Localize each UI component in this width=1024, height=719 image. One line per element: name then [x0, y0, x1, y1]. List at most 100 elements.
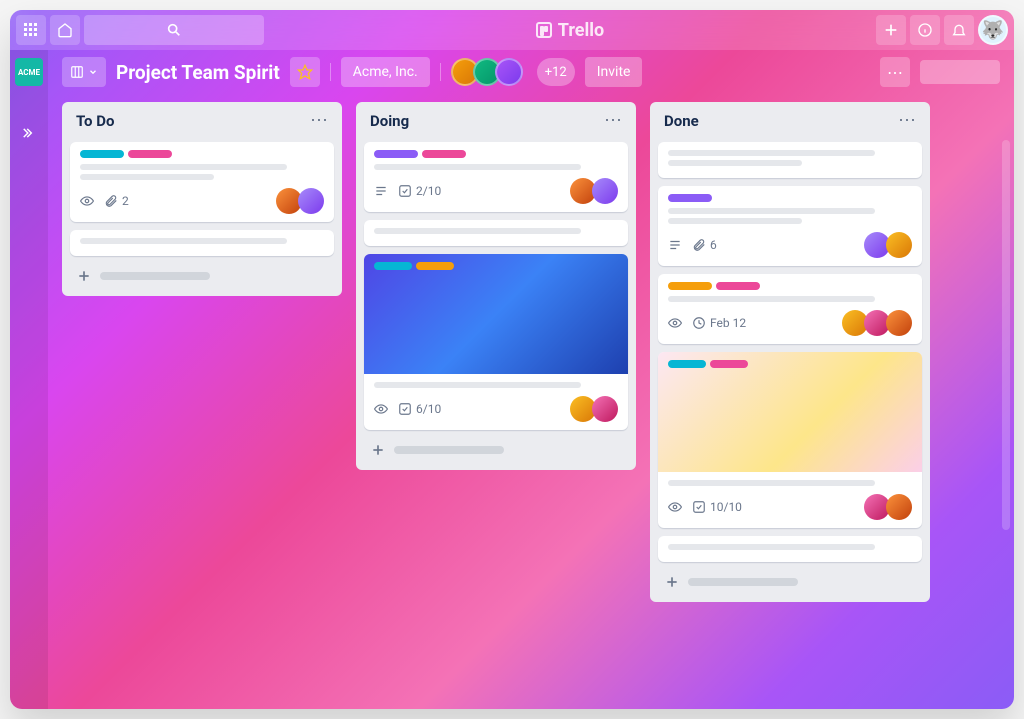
add-card-placeholder: [394, 446, 504, 454]
card-badges: 2: [80, 194, 129, 208]
list: To Do ⋯ 2: [62, 102, 342, 296]
member-avatar[interactable]: [495, 58, 523, 86]
info-button[interactable]: [910, 15, 940, 45]
notifications-button[interactable]: [944, 15, 974, 45]
search-input[interactable]: [84, 15, 264, 45]
card-text-placeholder: [668, 160, 802, 166]
card-text-placeholder: [668, 218, 802, 224]
card-member-avatar[interactable]: [592, 178, 618, 204]
card-text-placeholder: [668, 480, 875, 486]
card-label: [374, 262, 412, 270]
plus-icon: [664, 574, 680, 590]
checklist-badge: 2/10: [398, 184, 441, 198]
card-text-placeholder: [668, 150, 875, 156]
create-button[interactable]: [876, 15, 906, 45]
card-cover: [364, 254, 628, 374]
card[interactable]: 2/10: [364, 142, 628, 212]
card-text-placeholder: [80, 174, 214, 180]
brand-name: Trello: [558, 20, 604, 41]
board-filter-placeholder[interactable]: [920, 60, 1000, 84]
list-title[interactable]: Done: [664, 112, 699, 130]
card-members: [574, 178, 618, 204]
list-menu-button[interactable]: ⋯: [898, 112, 916, 130]
workspace-badge[interactable]: ACME: [15, 58, 43, 86]
card[interactable]: 6/10: [364, 254, 628, 430]
card-label: [416, 262, 454, 270]
divider: [440, 63, 441, 81]
card-member-avatar[interactable]: [886, 494, 912, 520]
star-button[interactable]: [290, 57, 320, 87]
user-avatar[interactable]: 🐺: [978, 15, 1008, 45]
card[interactable]: [70, 230, 334, 256]
card[interactable]: 6: [658, 186, 922, 266]
member-overflow-count[interactable]: +12: [537, 58, 575, 86]
list-header: To Do ⋯: [70, 110, 334, 134]
attachments-badge: 6: [692, 238, 717, 252]
add-card-button[interactable]: [658, 570, 922, 594]
list-header: Done ⋯: [658, 110, 922, 134]
trello-icon: [536, 22, 552, 38]
card-member-avatar[interactable]: [592, 396, 618, 422]
card-badges: 6: [668, 238, 717, 252]
board-header: Project Team Spirit Acme, Inc. +12 Invit…: [48, 50, 1014, 94]
watch-icon: [668, 500, 682, 514]
topbar: Trello 🐺: [10, 10, 1014, 50]
card[interactable]: 10/10: [658, 352, 922, 528]
home-button[interactable]: [50, 15, 80, 45]
org-button[interactable]: Acme, Inc.: [341, 57, 430, 87]
card-member-avatar[interactable]: [886, 310, 912, 336]
watch-icon: [80, 194, 94, 208]
invite-button[interactable]: Invite: [585, 57, 643, 87]
card-label: [668, 360, 706, 368]
scrollbar[interactable]: [1002, 140, 1010, 530]
add-card-button[interactable]: [364, 438, 628, 462]
checklist-badge: 10/10: [692, 500, 742, 514]
board-menu-button[interactable]: ⋯: [880, 57, 910, 87]
body-area: ACME Project Team Spirit Acme, Inc.: [10, 50, 1014, 709]
card-label: [668, 282, 712, 290]
card-text-placeholder: [668, 208, 875, 214]
list: Doing ⋯ 2/10 6/10: [356, 102, 636, 470]
card-members: [574, 396, 618, 422]
card[interactable]: Feb 12: [658, 274, 922, 344]
card-members: [846, 310, 912, 336]
search-icon: [166, 22, 182, 38]
card-member-avatar[interactable]: [886, 232, 912, 258]
plus-icon: [370, 442, 386, 458]
lists-container: To Do ⋯ 2 Doing ⋯ 2/10 6/10 Done ⋯ 6 Feb 1…: [48, 94, 1014, 709]
list-menu-button[interactable]: ⋯: [604, 112, 622, 130]
board-area: Project Team Spirit Acme, Inc. +12 Invit…: [48, 50, 1014, 709]
watch-icon: [668, 316, 682, 330]
board-view-switcher[interactable]: [62, 57, 106, 87]
divider: [330, 63, 331, 81]
card[interactable]: [658, 536, 922, 562]
card-text-placeholder: [374, 382, 581, 388]
app-window: Trello 🐺 ACME Proje: [10, 10, 1014, 709]
card-label: [710, 360, 748, 368]
card-text-placeholder: [374, 164, 581, 170]
board-members[interactable]: [451, 58, 523, 86]
list-title[interactable]: To Do: [76, 112, 114, 130]
list-menu-button[interactable]: ⋯: [310, 112, 328, 130]
card-badges: Feb 12: [668, 316, 746, 330]
sidebar: ACME: [10, 50, 48, 709]
card-badges: 10/10: [668, 500, 742, 514]
add-card-button[interactable]: [70, 264, 334, 288]
card-label: [128, 150, 172, 158]
card[interactable]: 2: [70, 142, 334, 222]
board-title[interactable]: Project Team Spirit: [116, 61, 280, 84]
card-text-placeholder: [668, 296, 875, 302]
checklist-badge: 6/10: [398, 402, 441, 416]
card-label: [374, 150, 418, 158]
card-members: [868, 494, 912, 520]
sidebar-expand-button[interactable]: [16, 120, 42, 146]
card[interactable]: [364, 220, 628, 246]
star-icon: [297, 64, 313, 80]
card-label: [422, 150, 466, 158]
card-text-placeholder: [80, 238, 287, 244]
list-title[interactable]: Doing: [370, 112, 409, 130]
apps-menu-button[interactable]: [16, 15, 46, 45]
card[interactable]: [658, 142, 922, 178]
card-cover: [658, 352, 922, 472]
card-member-avatar[interactable]: [298, 188, 324, 214]
